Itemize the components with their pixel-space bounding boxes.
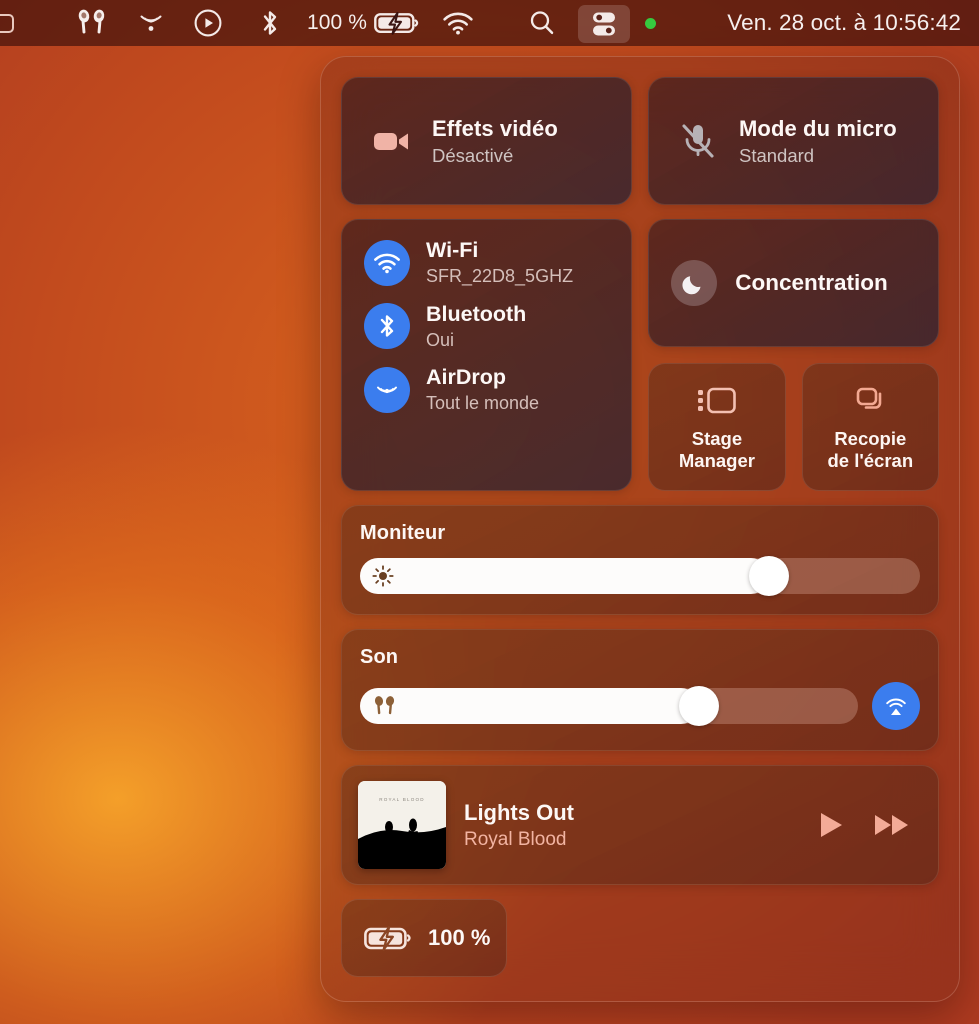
top-toggles-row: Effets vidéo Désactivé Mode du micro Sta…: [341, 77, 939, 205]
menu-bar: 100 % Ven. 28 oct. à 10:56:42: [0, 0, 979, 46]
connectivity-row: Wi-Fi SFR_22D8_5GHZ Bluetooth Oui AirDro…: [341, 219, 939, 491]
album-artwork: ROYAL BLOOD: [358, 781, 446, 869]
moon-icon: [671, 260, 718, 306]
screen-mirroring-tile[interactable]: Recopie de l'écran: [801, 363, 939, 491]
search-menu-icon[interactable]: [516, 5, 568, 41]
sound-slider-wrap: [360, 682, 920, 730]
mic-mode-title: Mode du micro: [739, 115, 897, 141]
airplay-audio-icon: [886, 698, 906, 715]
control-center-menu-button[interactable]: [578, 5, 630, 43]
airpods-icon[interactable]: [64, 5, 120, 41]
video-effects-subtitle: Désactivé: [432, 144, 514, 166]
battery-tile[interactable]: 100 %: [341, 899, 507, 977]
bluetooth-icon: [263, 11, 277, 35]
volume-slider[interactable]: [360, 686, 858, 726]
battery-percent-label: 100 %: [428, 925, 491, 950]
recording-status-dot: [645, 18, 656, 29]
bluetooth-state: Oui: [426, 329, 455, 350]
control-center-sliders-icon: [593, 12, 615, 36]
airdrop-row[interactable]: AirDrop Tout le monde: [364, 365, 631, 415]
mic-mode-tile[interactable]: Mode du micro Standard: [648, 77, 939, 205]
track-artist: Royal Blood: [464, 828, 567, 850]
bluetooth-row[interactable]: Bluetooth Oui: [364, 302, 631, 352]
airpods-icon: [374, 696, 395, 715]
shortcut-tiles-row: Stage Manager Recopie de l'écran: [648, 363, 939, 491]
brightness-slider-fill: [360, 558, 769, 594]
airplay-audio-button[interactable]: [872, 682, 920, 730]
bluetooth-icon[interactable]: [364, 303, 410, 350]
brightness-slider-knob[interactable]: [748, 556, 789, 596]
airdrop-menu-icon[interactable]: [124, 5, 178, 41]
airdrop-title: AirDrop: [426, 365, 507, 390]
rounded-square-partial-icon: [0, 14, 14, 33]
play-circle-icon: [194, 9, 222, 37]
screen-mirroring-icon: [857, 387, 882, 409]
fast-forward-icon[interactable]: [872, 809, 912, 841]
wifi-row[interactable]: Wi-Fi SFR_22D8_5GHZ: [364, 238, 631, 288]
connectivity-tile: Wi-Fi SFR_22D8_5GHZ Bluetooth Oui AirDro…: [341, 219, 633, 491]
focus-tile[interactable]: Concentration: [648, 219, 939, 347]
play-icon[interactable]: [816, 809, 846, 841]
airdrop-waves-icon: [140, 15, 162, 31]
battery-status[interactable]: 100 %: [296, 5, 431, 41]
screen-mirroring-label-line1: Recopie: [834, 428, 907, 450]
album-art-text: ROYAL BLOOD: [379, 797, 425, 802]
search-icon: [530, 11, 554, 35]
wifi-icon: [443, 12, 473, 35]
now-playing-tile: ROYAL BLOOD Lights Out Royal Blood: [341, 765, 939, 885]
mic-mode-subtitle: Standard: [739, 144, 815, 166]
wifi-icon[interactable]: [364, 239, 410, 286]
airpods-glyph-icon: [78, 9, 105, 34]
stage-manager-label-line2: Manager: [678, 449, 755, 471]
partial-icon[interactable]: [0, 5, 31, 41]
screen-mirroring-label: Recopie de l'écran: [827, 428, 913, 471]
stage-manager-icon: [697, 387, 736, 414]
brightness-sun-icon: [372, 565, 394, 587]
focus-title: Concentration: [735, 270, 888, 295]
bluetooth-menu-icon[interactable]: [248, 5, 292, 41]
display-slider-label: Moniteur: [360, 522, 446, 544]
stage-manager-tile[interactable]: Stage Manager: [648, 363, 786, 491]
display-slider-tile: Moniteur: [341, 505, 939, 615]
focus-and-shortcuts-column: Concentration Stage Manager Recopie de l…: [648, 219, 939, 491]
video-effects-title: Effets vidéo: [432, 115, 558, 141]
sound-slider-label: Son: [360, 646, 399, 668]
screen-mirroring-label-line2: de l'écran: [827, 449, 914, 471]
airdrop-visibility: Tout le monde: [426, 393, 540, 414]
wifi-title: Wi-Fi: [426, 238, 479, 262]
stage-manager-label: Stage Manager: [679, 428, 755, 471]
video-effects-tile[interactable]: Effets vidéo Désactivé: [341, 77, 632, 205]
battery-charging-icon: [374, 11, 419, 35]
menubar-clock[interactable]: Ven. 28 oct. à 10:56:42: [717, 10, 963, 36]
microphone-slash-icon: [682, 124, 714, 158]
bluetooth-title: Bluetooth: [426, 301, 527, 326]
track-title: Lights Out: [464, 799, 574, 825]
video-camera-icon: [374, 133, 408, 150]
brightness-slider[interactable]: [360, 556, 920, 596]
wifi-network-name: SFR_22D8_5GHZ: [426, 266, 574, 287]
volume-slider-knob[interactable]: [678, 686, 719, 726]
stage-manager-label-line1: Stage: [691, 428, 743, 450]
airdrop-icon[interactable]: [364, 366, 410, 413]
wifi-menu-icon[interactable]: [430, 5, 486, 41]
control-center-panel: Effets vidéo Désactivé Mode du micro Sta…: [320, 56, 960, 1002]
now-playing-menu-icon[interactable]: [182, 5, 234, 41]
volume-slider-fill: [360, 688, 699, 724]
battery-charging-icon: [364, 926, 411, 951]
playback-controls: [816, 809, 916, 841]
now-playing-meta: Lights Out Royal Blood: [464, 800, 798, 851]
battery-percent-label: 100 %: [307, 11, 368, 34]
sound-slider-tile: Son: [341, 629, 939, 751]
display-slider-wrap: [360, 556, 920, 596]
